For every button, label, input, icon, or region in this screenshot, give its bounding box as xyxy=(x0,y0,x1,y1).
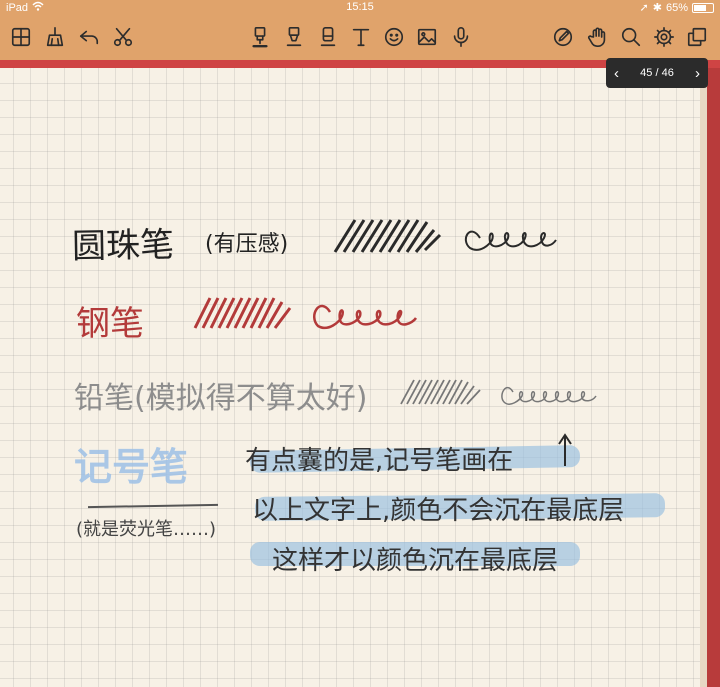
voice-tool-button[interactable] xyxy=(448,24,474,50)
highlighter-note: (就是荧光笔……) xyxy=(76,519,217,540)
undo-button[interactable] xyxy=(76,24,102,50)
page-navigator: ‹ 45 / 46 › xyxy=(606,58,708,88)
eraser-icon xyxy=(320,27,336,47)
microphone-icon xyxy=(453,27,469,47)
location-icon: ➚ xyxy=(639,2,649,14)
grid-view-button[interactable] xyxy=(8,24,34,50)
undo-icon xyxy=(79,30,99,45)
pen-icon xyxy=(252,27,268,48)
hand-tool-button[interactable] xyxy=(585,24,611,50)
notebook-cover-side xyxy=(700,68,720,687)
ballpoint-label: 圆珠笔 xyxy=(71,225,175,267)
search-icon xyxy=(621,27,641,47)
remark-line-1: 有点囊的是,记号笔画在 xyxy=(245,446,514,476)
status-time: 15:15 xyxy=(346,1,374,13)
scissors-icon xyxy=(113,27,133,47)
highlighter-tool-button[interactable] xyxy=(281,24,307,50)
image-icon xyxy=(417,28,437,46)
image-tool-button[interactable] xyxy=(414,24,440,50)
cut-button[interactable] xyxy=(110,24,136,50)
ballpoint-note: (有压感) xyxy=(205,232,289,257)
pencil-slash-icon xyxy=(553,27,573,47)
broom-button[interactable] xyxy=(42,24,68,50)
status-right: ➚ ✱ 65% xyxy=(640,1,714,14)
remark-line-3: 这样才以颜色沉在最底层 xyxy=(272,546,559,576)
toolbar xyxy=(0,16,720,60)
up-arrow-icon xyxy=(558,433,572,466)
prev-page-button[interactable]: ‹ xyxy=(614,65,619,82)
battery-icon xyxy=(692,2,714,13)
text-icon xyxy=(352,28,370,47)
eraser-tool-button[interactable] xyxy=(315,24,341,50)
text-tool-button[interactable] xyxy=(348,24,374,50)
page-edge xyxy=(700,68,707,687)
highlighter-icon xyxy=(286,27,302,47)
fountain-pen-label: 钢笔 xyxy=(76,304,144,344)
search-button[interactable] xyxy=(618,24,644,50)
settings-button[interactable] xyxy=(651,24,677,50)
fountain-pen-strokes xyxy=(193,297,418,330)
remark-line-2: 以上文字上,颜色不会沉在最底层 xyxy=(252,496,625,526)
gear-icon xyxy=(654,27,674,47)
sticker-tool-button[interactable] xyxy=(381,24,407,50)
pen-tool-button[interactable] xyxy=(247,24,273,50)
status-bar: iPad 15:15 ➚ ✱ 65% xyxy=(0,0,720,16)
battery-fill xyxy=(694,4,706,11)
pencil-strokes xyxy=(400,379,597,405)
broom-icon xyxy=(46,27,64,47)
bluetooth-icon: ✱ xyxy=(652,2,662,14)
hand-icon xyxy=(588,27,606,47)
smiley-icon xyxy=(384,27,404,47)
next-page-button[interactable]: › xyxy=(695,65,700,82)
battery-percent: 65% xyxy=(665,1,688,14)
pencil-label: 铅笔(模拟得不算太好) xyxy=(74,381,368,416)
highlighter-label: 记号笔 xyxy=(74,445,189,489)
ballpoint-strokes xyxy=(333,219,557,253)
grid-icon xyxy=(11,27,31,47)
pencil-slash-button[interactable] xyxy=(550,24,576,50)
pages-button[interactable] xyxy=(684,24,710,50)
page-counter: 45 / 46 xyxy=(640,67,674,79)
copy-icon xyxy=(687,27,707,47)
